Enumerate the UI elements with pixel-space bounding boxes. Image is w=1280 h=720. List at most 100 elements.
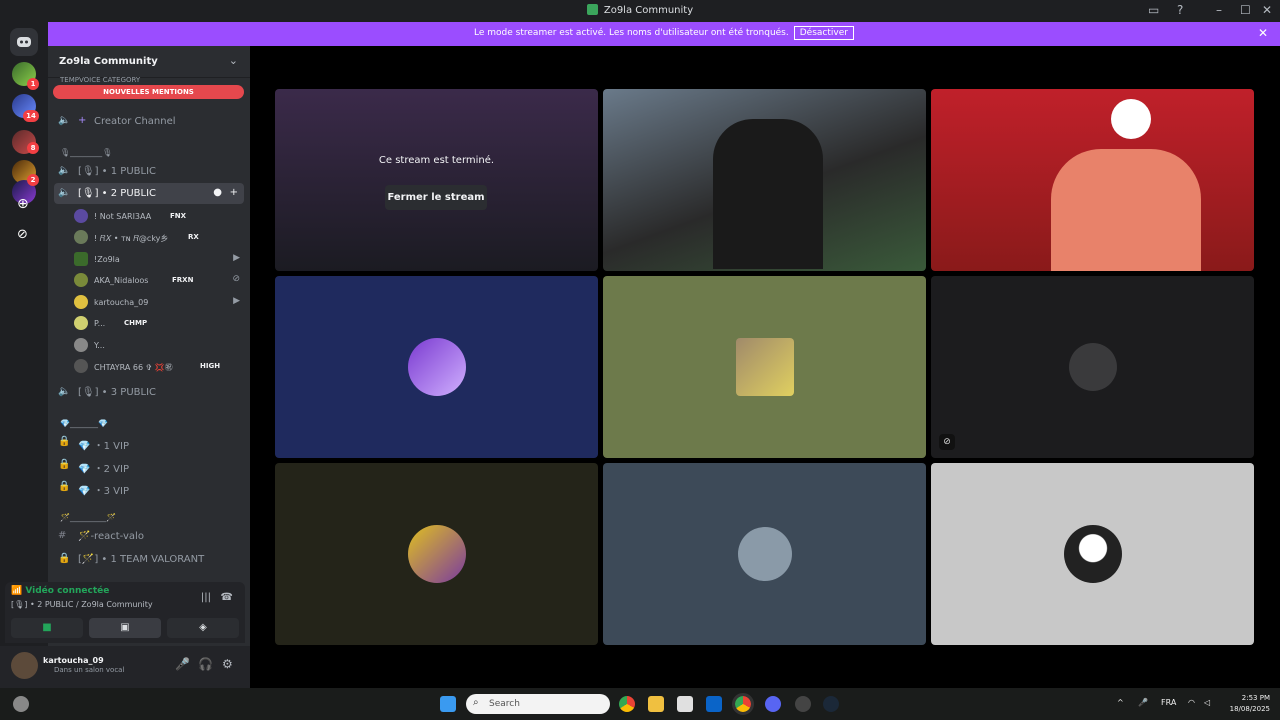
participant-tile[interactable] bbox=[275, 276, 598, 458]
voice-user[interactable]: P... CHMP bbox=[74, 313, 244, 333]
new-mentions-pill[interactable]: NOUVELLES MENTIONS bbox=[53, 85, 244, 99]
participant-tile[interactable]: ⊘ bbox=[931, 276, 1254, 458]
invite-icon[interactable]: + bbox=[230, 187, 238, 198]
settings-gear-icon[interactable]: ⚙ bbox=[222, 657, 233, 671]
voice-user[interactable]: !Zo9la ▶ bbox=[74, 249, 244, 269]
camera-button[interactable]: ■ bbox=[11, 618, 83, 638]
close-stream-button[interactable]: Fermer le stream bbox=[385, 185, 487, 210]
wifi-icon[interactable]: ◠ bbox=[1188, 698, 1195, 707]
clock-time: 2:53 PM bbox=[1241, 694, 1270, 702]
speaker-icon: 🔈 bbox=[58, 187, 71, 198]
voice-user[interactable]: Y... bbox=[74, 335, 244, 355]
category-vip[interactable]: 💎_______💎 bbox=[60, 419, 108, 428]
speaker-icon: 🔈 bbox=[58, 386, 71, 397]
participant-tile[interactable] bbox=[931, 463, 1254, 645]
notification-badge: 1 bbox=[27, 78, 39, 90]
avatar[interactable] bbox=[11, 652, 38, 679]
camera-tile[interactable] bbox=[603, 89, 926, 271]
chat-icon[interactable]: ● bbox=[213, 187, 222, 198]
channel-public-1[interactable]: 🔈 [🎙] • 1 PUBLIC bbox=[54, 161, 244, 182]
store-icon[interactable] bbox=[677, 696, 693, 712]
window-title-text: Zo9la Community bbox=[603, 5, 694, 16]
voice-status-text: Vidéo connectée bbox=[25, 586, 110, 596]
voice-user[interactable]: ! 𝑅𝑋 • ᴛɴ 𝑅@cky乡 RX bbox=[74, 227, 244, 247]
channel-label: 🪄-react-valo bbox=[78, 531, 144, 542]
channel-react-valo[interactable]: # 🪄-react-valo bbox=[54, 526, 244, 547]
title-bar: Zo9la Community ▭ ? – ☐ ✕ bbox=[0, 0, 1280, 21]
weather-icon[interactable] bbox=[13, 696, 29, 712]
chrome-icon[interactable] bbox=[619, 696, 635, 712]
windows-start-icon[interactable] bbox=[440, 696, 456, 712]
discover-icon[interactable]: ⊘ bbox=[17, 227, 28, 242]
category-tempvoice[interactable]: TEMPVOICE CATEGORY bbox=[60, 76, 140, 84]
file-explorer-icon[interactable] bbox=[648, 696, 664, 712]
clock[interactable]: 2:53 PM 18/08/2025 bbox=[1230, 693, 1270, 715]
microphone-icon[interactable]: 🎤 bbox=[1138, 698, 1148, 707]
server-header[interactable]: Zo9la Community ⌄ bbox=[48, 46, 250, 78]
inbox-icon[interactable]: ▭ bbox=[1148, 3, 1159, 17]
channel-label: 💎 ・2 VIP bbox=[78, 464, 129, 475]
discord-home-icon[interactable] bbox=[10, 28, 38, 56]
channel-public-3[interactable]: 🔈 [🎙] • 3 PUBLIC bbox=[54, 382, 244, 403]
volume-icon[interactable]: ◁ bbox=[1204, 698, 1210, 707]
user-name: kartoucha_09 bbox=[94, 298, 149, 307]
voice-user[interactable]: AKA_Nidaloos FRXN ⊘ bbox=[74, 270, 244, 290]
channel-vip-1[interactable]: 🔒 💎 ・1 VIP bbox=[54, 432, 244, 453]
video-grid: Ce stream est terminé. Fermer le stream … bbox=[250, 46, 1280, 688]
user-tag: HIGH bbox=[200, 362, 221, 370]
chevron-up-icon[interactable]: ^ bbox=[1117, 698, 1124, 707]
channel-vip-2[interactable]: 🔒 💎 ・2 VIP bbox=[54, 455, 244, 476]
activity-button[interactable]: ◈ bbox=[167, 618, 239, 638]
participant-tile[interactable] bbox=[275, 463, 598, 645]
video-icon: ▶ bbox=[233, 253, 240, 263]
user-name: ! Not SARI3AA bbox=[94, 212, 152, 221]
add-server-icon[interactable]: ⊕ bbox=[17, 196, 29, 212]
category-public[interactable]: 🎙________🎙 bbox=[60, 148, 112, 157]
ended-stream-tile[interactable]: Ce stream est terminé. Fermer le stream bbox=[275, 89, 598, 271]
noise-suppression-icon[interactable]: ||| bbox=[201, 592, 211, 603]
search-icon: ⌕ bbox=[473, 697, 479, 708]
search-box[interactable]: ⌕ Search bbox=[466, 694, 610, 714]
channel-vip-3[interactable]: 🔒 💎 ・3 VIP bbox=[54, 477, 244, 498]
avatar bbox=[74, 252, 88, 266]
camera-tile[interactable] bbox=[931, 89, 1254, 271]
lock-icon: 🔒 bbox=[58, 436, 71, 447]
video-icon: ▶ bbox=[233, 296, 240, 306]
panel-username[interactable]: kartoucha_09 bbox=[43, 656, 104, 665]
channel-public-2[interactable]: 🔈 [🎙] • 2 PUBLIC ● + bbox=[54, 183, 244, 204]
headphones-icon[interactable]: 🎧 bbox=[198, 657, 213, 671]
chrome-active-icon[interactable] bbox=[732, 693, 754, 715]
user-name: !Zo9la bbox=[94, 255, 120, 264]
steam-icon[interactable] bbox=[823, 696, 839, 712]
minimize-button[interactable]: – bbox=[1216, 3, 1222, 17]
avatar bbox=[74, 359, 88, 373]
discord-taskbar-icon[interactable] bbox=[765, 696, 781, 712]
category-valorant[interactable]: 🪄_________🪄 bbox=[60, 513, 116, 522]
language-indicator[interactable]: FRA bbox=[1161, 698, 1176, 707]
notification-badge: 2 bbox=[27, 174, 39, 186]
voice-user[interactable]: kartoucha_09 ▶ bbox=[74, 292, 244, 312]
disconnect-icon[interactable]: ☎ bbox=[221, 592, 233, 603]
user-name: CHTAYRA 66 ✞ 💢㊗ bbox=[94, 363, 173, 372]
screen-share-button[interactable]: ▣ bbox=[89, 618, 161, 638]
disable-streamer-button[interactable]: Désactiver bbox=[793, 26, 854, 40]
stream-ended-text: Ce stream est terminé. bbox=[378, 155, 495, 166]
voice-user[interactable]: ! Not SARI3AA FNX bbox=[74, 206, 244, 226]
participant-tile[interactable] bbox=[603, 463, 926, 645]
avatar bbox=[74, 273, 88, 287]
channel-team-valorant-1[interactable]: 🔒 [🪄] • 1 TEAM VALORANT bbox=[54, 549, 244, 570]
participant-tile[interactable] bbox=[603, 276, 926, 458]
app-icon[interactable] bbox=[795, 696, 811, 712]
outlook-icon[interactable] bbox=[706, 696, 722, 712]
close-banner-icon[interactable]: ✕ bbox=[1258, 26, 1268, 40]
close-window-button[interactable]: ✕ bbox=[1262, 3, 1272, 17]
help-icon[interactable]: ? bbox=[1177, 3, 1183, 17]
user-panel: kartoucha_09 Dans un salon vocal 🎤 🎧 ⚙ bbox=[0, 646, 250, 688]
maximize-button[interactable]: ☐ bbox=[1240, 3, 1251, 17]
voice-channel[interactable]: [🎙] • 2 PUBLIC / Zo9la Community bbox=[11, 600, 153, 609]
channel-label: [🎙] • 1 PUBLIC bbox=[78, 166, 157, 177]
lock-icon: 🔒 bbox=[58, 553, 71, 564]
voice-user[interactable]: CHTAYRA 66 ✞ 💢㊗ HIGH bbox=[74, 356, 244, 376]
microphone-icon[interactable]: 🎤 bbox=[175, 657, 190, 671]
channel-creator[interactable]: 🔈 + Creator Channel bbox=[54, 111, 244, 132]
